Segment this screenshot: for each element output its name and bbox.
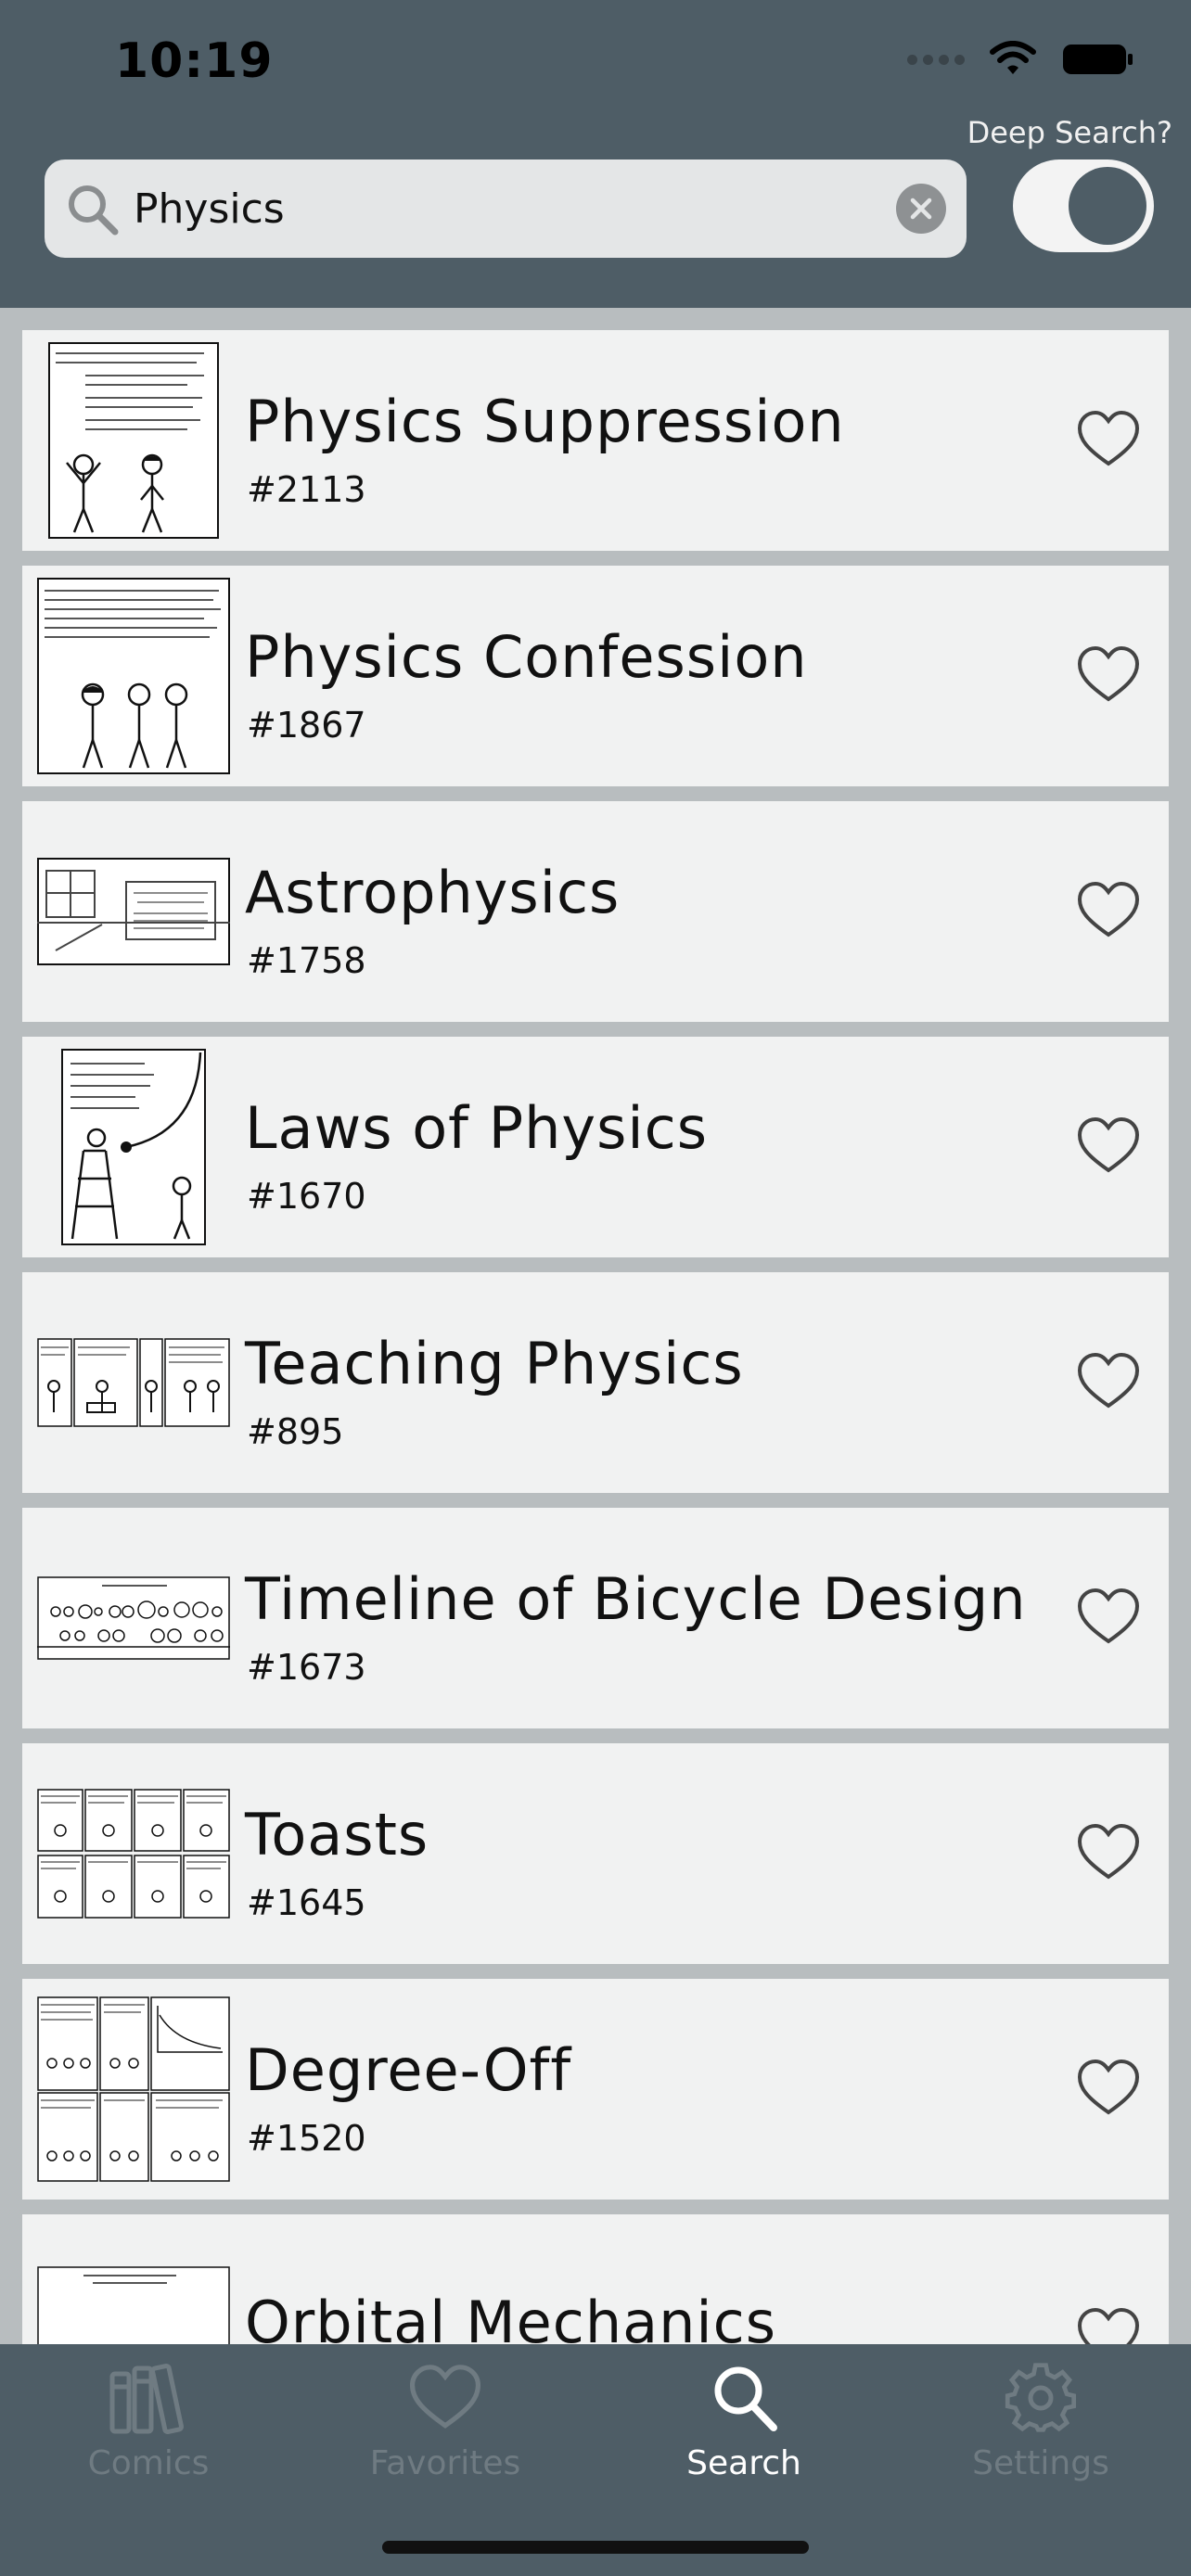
clear-search-button[interactable]	[896, 184, 946, 234]
list-item[interactable]: Physics Suppression #2113	[22, 330, 1169, 551]
comic-number: #1758	[247, 940, 366, 981]
list-item[interactable]: Orbital Mechanics	[22, 2214, 1169, 2344]
heart-icon[interactable]	[1076, 645, 1141, 705]
deep-search-toggle[interactable]	[1013, 159, 1154, 252]
comic-thumbnail	[37, 2225, 230, 2344]
comic-thumbnail	[37, 1990, 230, 2188]
comic-title: Toasts	[245, 1801, 429, 1868]
battery-icon	[1063, 45, 1133, 74]
comic-thumbnail	[37, 1519, 230, 1717]
comic-title: Physics Suppression	[245, 388, 845, 455]
heart-icon	[409, 2365, 481, 2429]
comic-thumbnail	[37, 577, 230, 775]
comic-thumbnail	[37, 1048, 230, 1246]
comic-number: #1520	[247, 2118, 366, 2159]
list-item[interactable]: Astrophysics #1758	[22, 801, 1169, 1022]
list-item[interactable]: Physics Confession #1867	[22, 566, 1169, 786]
comic-title: Orbital Mechanics	[245, 2289, 777, 2344]
list-item[interactable]: Teaching Physics #895	[22, 1272, 1169, 1493]
comic-number: #895	[247, 1411, 344, 1452]
tab-settings[interactable]: Settings	[939, 2361, 1143, 2509]
heart-icon[interactable]	[1076, 2307, 1141, 2344]
search-icon	[714, 2366, 777, 2431]
comic-thumbnail	[37, 812, 230, 1011]
header: 10:19 Deep Search?	[0, 0, 1191, 308]
comic-title: Teaching Physics	[245, 1330, 744, 1397]
close-icon	[910, 198, 932, 220]
comic-number: #1670	[247, 1176, 366, 1217]
comic-number: #1645	[247, 1882, 366, 1923]
comic-number: #2113	[247, 469, 366, 510]
heart-icon[interactable]	[1076, 1116, 1141, 1176]
comic-thumbnail	[37, 1283, 230, 1482]
results-list[interactable]: Physics Suppression #2113 Physics Confes…	[0, 308, 1191, 2344]
comic-title: Degree-Off	[245, 2036, 572, 2104]
books-icon	[109, 2363, 185, 2435]
search-input[interactable]	[134, 172, 894, 245]
comic-thumbnail	[37, 341, 230, 540]
list-item[interactable]: Timeline of Bicycle Design #1673	[22, 1508, 1169, 1728]
tab-label: Search	[686, 2444, 801, 2482]
comic-title: Astrophysics	[245, 859, 621, 926]
status-time: 10:19	[115, 33, 274, 89]
home-indicator	[382, 2541, 809, 2554]
deep-search-label: Deep Search?	[967, 115, 1172, 150]
list-item[interactable]: Degree-Off #1520	[22, 1979, 1169, 2200]
heart-icon[interactable]	[1076, 1823, 1141, 1882]
comic-thumbnail	[37, 1754, 230, 1953]
gear-icon	[1005, 2363, 1077, 2432]
heart-icon[interactable]	[1076, 410, 1141, 469]
search-icon	[65, 182, 121, 237]
tab-search[interactable]: Search	[642, 2361, 846, 2509]
cellular-signal-icon	[907, 54, 965, 65]
heart-icon[interactable]	[1076, 1352, 1141, 1411]
tab-label: Favorites	[369, 2444, 521, 2482]
comic-title: Laws of Physics	[245, 1094, 709, 1162]
heart-icon[interactable]	[1076, 2059, 1141, 2118]
heart-icon[interactable]	[1076, 1588, 1141, 1647]
list-item[interactable]: Laws of Physics #1670	[22, 1037, 1169, 1257]
comic-title: Physics Confession	[245, 623, 808, 691]
list-item[interactable]: Toasts #1645	[22, 1743, 1169, 1964]
toggle-knob	[1069, 167, 1146, 245]
tab-label: Settings	[972, 2444, 1109, 2482]
status-icons	[907, 41, 1135, 78]
search-bar[interactable]	[45, 159, 967, 258]
tab-favorites[interactable]: Favorites	[343, 2361, 547, 2509]
comic-number: #1867	[247, 705, 366, 746]
comic-number: #1673	[247, 1647, 366, 1688]
comic-title: Timeline of Bicycle Design	[245, 1565, 1027, 1633]
heart-icon[interactable]	[1076, 881, 1141, 940]
tab-comics[interactable]: Comics	[46, 2361, 250, 2509]
tab-label: Comics	[87, 2444, 210, 2482]
wifi-icon	[990, 41, 1036, 74]
